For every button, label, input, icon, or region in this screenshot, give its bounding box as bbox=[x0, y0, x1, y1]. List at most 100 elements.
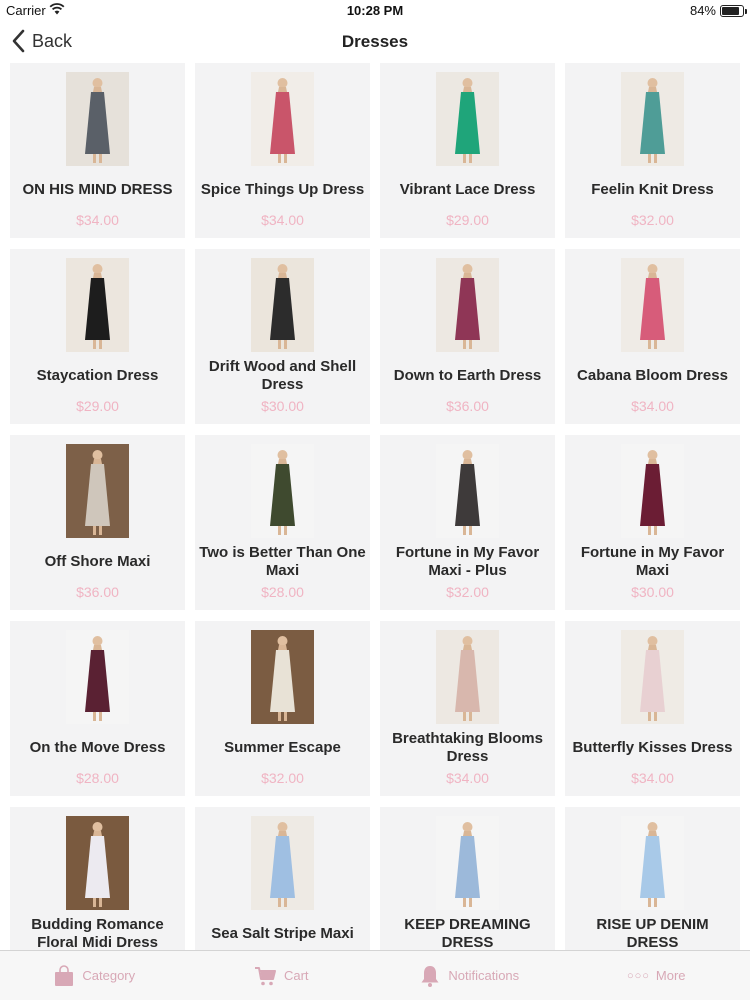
product-name-box: Two is Better Than One Maxi bbox=[199, 538, 366, 586]
product-price: $29.00 bbox=[76, 398, 119, 414]
product-card[interactable]: Off Shore Maxi $36.00 bbox=[10, 435, 185, 610]
clock: 10:28 PM bbox=[346, 3, 404, 18]
product-card[interactable]: Down to Earth Dress $36.00 bbox=[380, 249, 555, 424]
product-name: KEEP DREAMING DRESS bbox=[404, 916, 531, 951]
product-card[interactable]: Two is Better Than One Maxi $28.00 bbox=[195, 435, 370, 610]
product-name-box: On the Move Dress bbox=[14, 724, 181, 772]
product-card[interactable]: Drift Wood and Shell Dress $30.00 bbox=[195, 249, 370, 424]
product-name-box: Staycation Dress bbox=[14, 352, 181, 400]
product-name: RISE UP DENIM DRESS bbox=[596, 916, 709, 951]
tab-notifications-label: Notifications bbox=[448, 968, 520, 983]
product-name-box: Feelin Knit Dress bbox=[569, 166, 736, 214]
product-name-box: Butterfly Kisses Dress bbox=[569, 724, 736, 772]
product-price: $34.00 bbox=[631, 398, 674, 414]
product-card[interactable]: Staycation Dress $29.00 bbox=[10, 249, 185, 424]
product-name: Feelin Knit Dress bbox=[591, 181, 714, 198]
product-image bbox=[66, 72, 129, 166]
product-name-box: Down to Earth Dress bbox=[384, 352, 551, 400]
tab-cart-label: Cart bbox=[283, 968, 309, 983]
product-image bbox=[436, 630, 499, 724]
battery-percent: 84% bbox=[689, 3, 716, 18]
product-card[interactable]: Breathtaking Blooms Dress $34.00 bbox=[380, 621, 555, 796]
product-price: $32.00 bbox=[631, 212, 674, 228]
product-name: Down to Earth Dress bbox=[393, 367, 542, 384]
product-grid: ON HIS MIND DRESS $34.00 Spice Things Up D… bbox=[10, 63, 740, 982]
product-image bbox=[251, 444, 314, 538]
product-card[interactable]: ON HIS MIND DRESS $34.00 bbox=[10, 63, 185, 238]
product-name: Fortune in My Favor Maxi bbox=[580, 544, 725, 579]
product-image bbox=[621, 816, 684, 910]
product-name: Staycation Dress bbox=[36, 367, 159, 384]
more-dots-icon: ○○○ bbox=[626, 969, 650, 982]
tab-more-label: More bbox=[655, 968, 686, 983]
product-card[interactable]: Butterfly Kisses Dress $34.00 bbox=[565, 621, 740, 796]
cart-icon bbox=[254, 966, 276, 985]
product-price: $28.00 bbox=[261, 584, 304, 600]
product-price: $30.00 bbox=[261, 398, 304, 414]
product-name: Summer Escape bbox=[224, 739, 341, 756]
product-image bbox=[621, 72, 684, 166]
product-price: $28.00 bbox=[76, 770, 119, 786]
product-price: $36.00 bbox=[76, 584, 119, 600]
product-image bbox=[436, 816, 499, 910]
product-image bbox=[436, 444, 499, 538]
product-image bbox=[251, 816, 314, 910]
product-price: $32.00 bbox=[261, 770, 304, 786]
product-name: Drift Wood and Shell Dress bbox=[208, 358, 357, 393]
battery-icon bbox=[720, 5, 747, 17]
product-card[interactable]: Feelin Knit Dress $32.00 bbox=[565, 63, 740, 238]
product-card[interactable]: Spice Things Up Dress $34.00 bbox=[195, 63, 370, 238]
product-name-box: Breathtaking Blooms Dress bbox=[384, 724, 551, 772]
product-price: $34.00 bbox=[446, 770, 489, 786]
product-name-box: Vibrant Lace Dress bbox=[384, 166, 551, 214]
product-name-box: Spice Things Up Dress bbox=[199, 166, 366, 214]
product-card[interactable]: Cabana Bloom Dress $34.00 bbox=[565, 249, 740, 424]
product-image bbox=[436, 72, 499, 166]
tab-notifications[interactable]: Notifications bbox=[375, 951, 563, 1000]
product-image bbox=[251, 72, 314, 166]
product-name-box: ON HIS MIND DRESS bbox=[14, 166, 181, 214]
product-name: Off Shore Maxi bbox=[44, 553, 151, 570]
tab-category[interactable]: Category bbox=[0, 951, 188, 1000]
product-image bbox=[251, 258, 314, 352]
product-image bbox=[621, 258, 684, 352]
product-image bbox=[621, 630, 684, 724]
product-image bbox=[251, 630, 314, 724]
product-image bbox=[621, 444, 684, 538]
product-name: On the Move Dress bbox=[29, 739, 166, 756]
product-name: Two is Better Than One Maxi bbox=[199, 544, 366, 579]
bell-icon bbox=[421, 965, 439, 987]
product-name-box: Fortune in My Favor Maxi - Plus bbox=[384, 538, 551, 586]
product-price: $34.00 bbox=[76, 212, 119, 228]
shopping-bag-icon bbox=[55, 964, 74, 986]
product-image bbox=[66, 630, 129, 724]
product-name: Breathtaking Blooms Dress bbox=[392, 730, 543, 765]
product-price: $32.00 bbox=[446, 584, 489, 600]
product-price: $30.00 bbox=[631, 584, 674, 600]
product-card[interactable]: Summer Escape $32.00 bbox=[195, 621, 370, 796]
product-name-box: Summer Escape bbox=[199, 724, 366, 772]
product-card[interactable]: Fortune in My Favor Maxi - Plus $32.00 bbox=[380, 435, 555, 610]
product-image bbox=[66, 444, 129, 538]
tab-bar: Category Cart Notifications ○○○ More bbox=[0, 950, 750, 1000]
product-name: Vibrant Lace Dress bbox=[399, 181, 536, 198]
product-card[interactable]: Fortune in My Favor Maxi $30.00 bbox=[565, 435, 740, 610]
product-price: $36.00 bbox=[446, 398, 489, 414]
navigation-bar: Back Dresses bbox=[0, 22, 750, 60]
product-name-box: Off Shore Maxi bbox=[14, 538, 181, 586]
product-name: ON HIS MIND DRESS bbox=[22, 181, 173, 198]
product-name: Budding Romance Floral Midi Dress bbox=[31, 916, 164, 951]
tab-cart[interactable]: Cart bbox=[188, 951, 376, 1000]
product-card[interactable]: Vibrant Lace Dress $29.00 bbox=[380, 63, 555, 238]
tab-category-label: Category bbox=[82, 968, 136, 983]
product-image bbox=[436, 258, 499, 352]
product-name: Fortune in My Favor Maxi - Plus bbox=[395, 544, 540, 579]
page-title: Dresses bbox=[341, 32, 409, 51]
product-name: Spice Things Up Dress bbox=[200, 181, 365, 198]
product-name: Cabana Bloom Dress bbox=[577, 367, 728, 384]
product-card[interactable]: On the Move Dress $28.00 bbox=[10, 621, 185, 796]
product-image bbox=[66, 816, 129, 910]
product-name-box: Cabana Bloom Dress bbox=[569, 352, 736, 400]
product-name-box: Drift Wood and Shell Dress bbox=[199, 352, 366, 400]
tab-more[interactable]: ○○○ More bbox=[563, 951, 750, 1000]
